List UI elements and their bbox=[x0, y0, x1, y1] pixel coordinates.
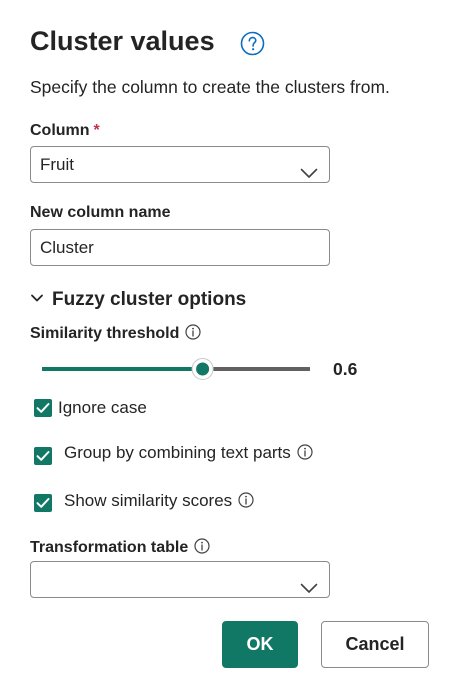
new-column-name-value: Cluster bbox=[40, 238, 94, 257]
ignore-case-checkbox[interactable] bbox=[34, 399, 52, 417]
transformation-table-text: Transformation table bbox=[30, 539, 189, 556]
help-icon[interactable] bbox=[240, 31, 265, 56]
fuzzy-section-title: Fuzzy cluster options bbox=[52, 289, 247, 310]
required-mark: * bbox=[93, 122, 100, 139]
fuzzy-options-toggle[interactable]: Fuzzy cluster options bbox=[30, 287, 246, 311]
similarity-threshold-text: Similarity threshold bbox=[30, 325, 180, 342]
new-column-name-input[interactable]: Cluster bbox=[30, 229, 330, 266]
info-icon[interactable] bbox=[185, 324, 201, 340]
checkmark-icon bbox=[36, 451, 50, 461]
group-by-text-parts-label: Group by combining text parts bbox=[64, 443, 313, 463]
show-similarity-scores-checkbox[interactable] bbox=[34, 494, 52, 512]
similarity-threshold-label: Similarity threshold bbox=[30, 324, 201, 343]
transformation-table-select[interactable] bbox=[30, 561, 330, 598]
similarity-slider[interactable] bbox=[41, 358, 311, 380]
chevron-down-icon bbox=[300, 572, 318, 593]
show-similarity-scores-text: Show similarity scores bbox=[64, 491, 233, 510]
column-label: Column * bbox=[30, 122, 100, 140]
dialog-subtitle: Specify the column to create the cluster… bbox=[30, 77, 390, 97]
info-icon[interactable] bbox=[238, 492, 254, 508]
ok-button[interactable]: OK bbox=[222, 621, 298, 668]
dialog-title: Cluster values bbox=[30, 26, 215, 56]
ignore-case-label: Ignore case bbox=[58, 398, 147, 417]
column-select[interactable]: Fruit bbox=[30, 146, 330, 183]
new-column-label: New column name bbox=[30, 204, 171, 221]
transformation-table-label: Transformation table bbox=[30, 538, 210, 557]
checkmark-icon bbox=[36, 498, 50, 508]
chevron-down-icon bbox=[300, 157, 318, 178]
column-label-text: Column bbox=[30, 122, 90, 139]
info-icon[interactable] bbox=[194, 538, 210, 554]
chevron-down-icon bbox=[30, 287, 44, 302]
slider-thumb[interactable] bbox=[191, 358, 214, 380]
cancel-button[interactable]: Cancel bbox=[321, 621, 429, 668]
group-by-text-parts-checkbox[interactable] bbox=[34, 447, 52, 465]
column-select-value: Fruit bbox=[40, 155, 74, 174]
similarity-value: 0.6 bbox=[333, 359, 358, 379]
group-by-text-parts-text: Group by combining text parts bbox=[64, 443, 291, 462]
info-icon[interactable] bbox=[297, 444, 313, 460]
show-similarity-scores-label: Show similarity scores bbox=[64, 491, 254, 511]
checkmark-icon bbox=[36, 403, 50, 413]
